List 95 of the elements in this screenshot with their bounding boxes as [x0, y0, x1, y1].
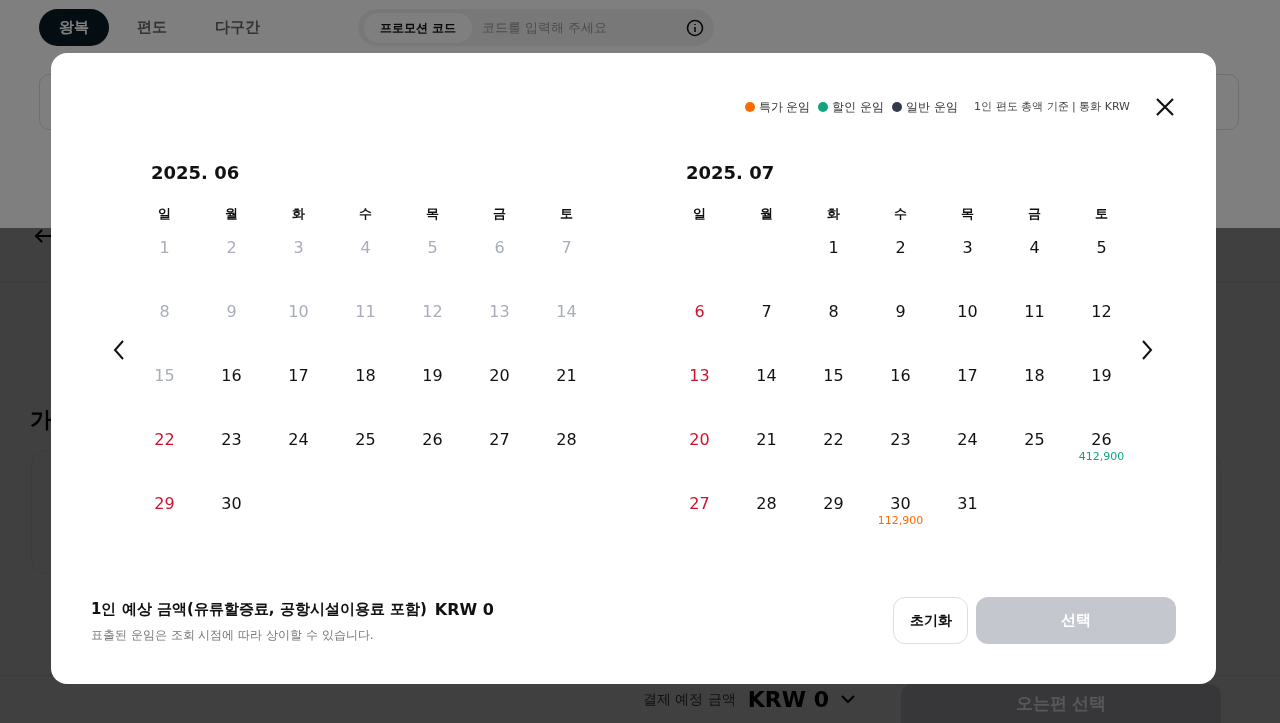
- fare-disclaimer: 표출된 운임은 조회 시점에 따라 상이할 수 있습니다.: [91, 626, 375, 644]
- legend-label: 할인 운임: [832, 99, 885, 116]
- calendar-day: 6: [494, 238, 505, 258]
- calendar-day: 9: [226, 302, 237, 322]
- calendar-day[interactable]: 18: [1024, 366, 1045, 386]
- weekday-label: 월: [760, 205, 773, 224]
- calendar-day[interactable]: 30: [221, 494, 242, 514]
- calendar-day[interactable]: 21: [556, 366, 577, 386]
- calendar-day[interactable]: 26: [1091, 430, 1112, 450]
- weekday-label: 수: [894, 205, 907, 224]
- calendar-day[interactable]: 9: [895, 302, 906, 322]
- calendar-day[interactable]: 27: [689, 494, 710, 514]
- month-title: 2025. 07: [685, 160, 775, 185]
- calendar-day[interactable]: 25: [355, 430, 376, 450]
- legend-label: 일반 운임: [906, 99, 958, 116]
- calendar-day[interactable]: 8: [828, 302, 839, 322]
- fare-price: 412,900: [1078, 450, 1125, 464]
- calendar-day: 8: [159, 302, 170, 322]
- calendar-day[interactable]: 22: [154, 430, 175, 450]
- calendar-day: 15: [154, 366, 175, 386]
- back-arrow-icon[interactable]: [34, 228, 52, 244]
- calendar-day[interactable]: 5: [1096, 238, 1107, 258]
- weekday-label: 일: [693, 205, 706, 224]
- calendar-day[interactable]: 17: [288, 366, 309, 386]
- calendar-day[interactable]: 6: [694, 302, 705, 322]
- weekday-label: 금: [1028, 205, 1041, 224]
- reset-button[interactable]: 초기화: [893, 597, 968, 644]
- estimated-fare-label: 1인 예상 금액(유류할증료, 공항시설이용료 포함): [91, 599, 427, 621]
- calendar-day[interactable]: 19: [1091, 366, 1112, 386]
- weekday-label: 화: [292, 205, 305, 224]
- calendar-day[interactable]: 27: [489, 430, 510, 450]
- calendar-day[interactable]: 1: [828, 238, 839, 258]
- weekday-label: 목: [426, 205, 439, 224]
- calendar-day: 1: [159, 238, 170, 258]
- fare-price: 112,900: [877, 514, 924, 528]
- calendar-day[interactable]: 21: [756, 430, 777, 450]
- weekday-label: 수: [359, 205, 372, 224]
- calendar-day[interactable]: 16: [890, 366, 911, 386]
- calendar-day: 2: [226, 238, 237, 258]
- calendar-day[interactable]: 10: [957, 302, 978, 322]
- calendar-day[interactable]: 20: [689, 430, 710, 450]
- calendar-day: 10: [288, 302, 309, 322]
- weekday-label: 목: [961, 205, 974, 224]
- month-title: 2025. 06: [150, 160, 240, 185]
- calendar-day[interactable]: 12: [1091, 302, 1112, 322]
- calendar-day[interactable]: 20: [489, 366, 510, 386]
- calendar-day: 7: [561, 238, 572, 258]
- calendar-day[interactable]: 29: [823, 494, 844, 514]
- estimated-fare-amount: KRW 0: [434, 598, 494, 621]
- weekday-label: 화: [827, 205, 840, 224]
- fare-basis-note: 1인 편도 총액 기준 | 통화 KRW: [974, 98, 1130, 115]
- weekday-label: 토: [1095, 205, 1108, 224]
- payment-amount: KRW 0: [747, 686, 829, 714]
- section-heading: 가: [30, 406, 52, 434]
- calendar-day[interactable]: 31: [957, 494, 978, 514]
- calendar-day[interactable]: 29: [154, 494, 175, 514]
- calendar-day: 4: [360, 238, 371, 258]
- info-icon[interactable]: [686, 18, 704, 37]
- calendar-day[interactable]: 26: [422, 430, 443, 450]
- weekday-label: 월: [225, 205, 238, 224]
- calendar-day[interactable]: 3: [962, 238, 973, 258]
- calendar-day[interactable]: 16: [221, 366, 242, 386]
- select-button: 선택: [976, 597, 1176, 644]
- calendar-day[interactable]: 24: [957, 430, 978, 450]
- calendar-day[interactable]: 22: [823, 430, 844, 450]
- calendar-day[interactable]: 7: [761, 302, 772, 322]
- calendar-day[interactable]: 25: [1024, 430, 1045, 450]
- weekday-label: 금: [493, 205, 506, 224]
- calendar-day[interactable]: 14: [756, 366, 777, 386]
- calendar-day: 12: [422, 302, 443, 322]
- calendar-day[interactable]: 24: [288, 430, 309, 450]
- calendar-day: 3: [293, 238, 304, 258]
- promo-code-label: 프로모션 코드: [364, 12, 473, 43]
- calendar-day[interactable]: 2: [895, 238, 906, 258]
- legend-label: 특가 운임: [758, 99, 811, 116]
- calendar-day[interactable]: 4: [1029, 238, 1040, 258]
- calendar-day[interactable]: 19: [422, 366, 443, 386]
- calendar-day: 13: [489, 302, 510, 322]
- calendar-day[interactable]: 23: [221, 430, 242, 450]
- calendar-day[interactable]: 28: [756, 494, 777, 514]
- calendar-day[interactable]: 18: [355, 366, 376, 386]
- calendar-day[interactable]: 15: [823, 366, 844, 386]
- calendar-day[interactable]: 13: [689, 366, 710, 386]
- trip-tab[interactable]: 왕복: [39, 9, 109, 46]
- calendar-day[interactable]: 17: [957, 366, 978, 386]
- close-button[interactable]: [1154, 96, 1176, 118]
- weekday-label: 일: [158, 205, 171, 224]
- calendar-day[interactable]: 23: [890, 430, 911, 450]
- weekday-label: 토: [560, 205, 573, 224]
- calendar-day[interactable]: 28: [556, 430, 577, 450]
- calendar-day[interactable]: 11: [1024, 302, 1045, 322]
- calendar-day: 11: [355, 302, 376, 322]
- calendar-day[interactable]: 30: [890, 494, 911, 514]
- calendar-day: 14: [556, 302, 577, 322]
- calendar-day: 5: [427, 238, 438, 258]
